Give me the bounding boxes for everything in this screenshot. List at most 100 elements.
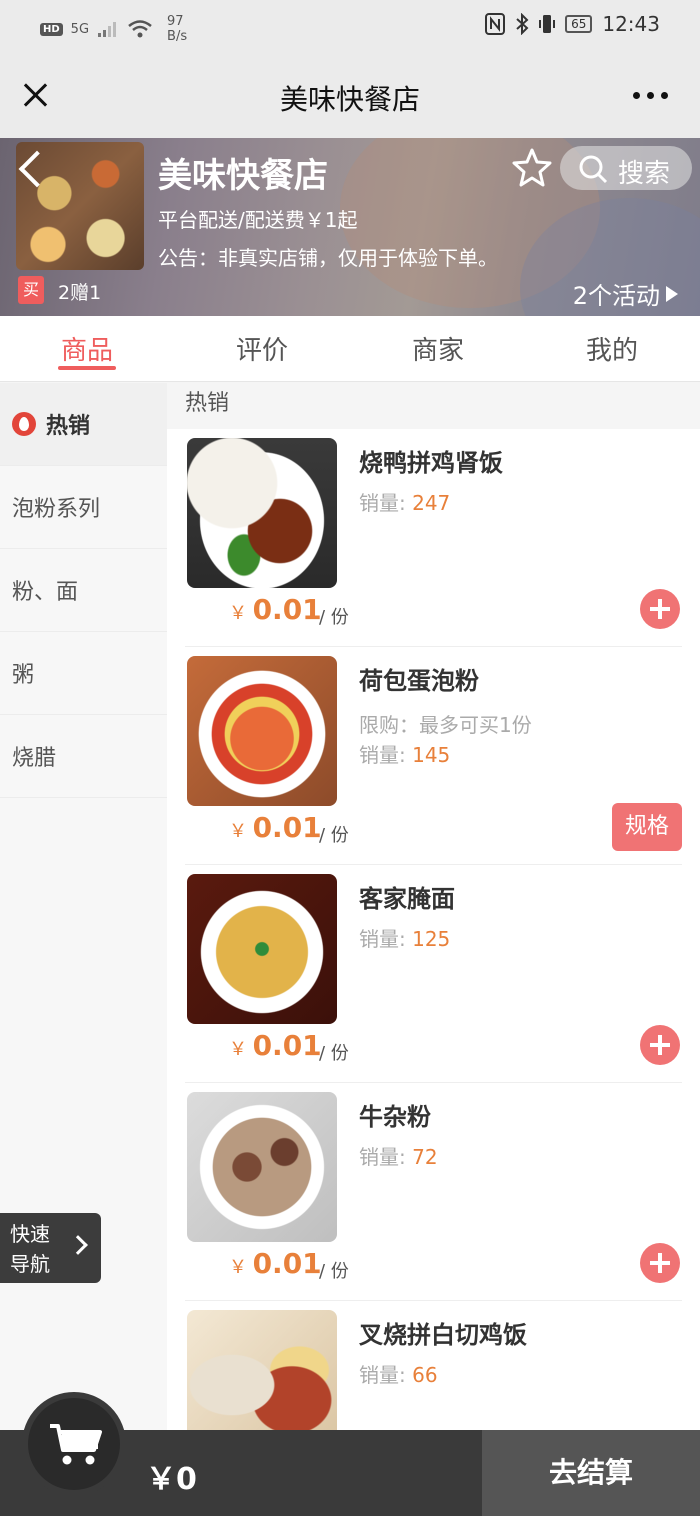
promo-text: 2赠1: [58, 282, 102, 304]
sales-label: 销量:: [359, 927, 413, 951]
add-to-cart-button[interactable]: [640, 1243, 680, 1283]
price-value: 0.01: [252, 811, 322, 844]
triangle-right-icon: [666, 285, 678, 302]
shop-notice: 公告：非真实店铺，仅用于体验下单。: [158, 246, 498, 270]
product-sales: 销量: 66: [359, 1359, 438, 1388]
shop-header: 美味快餐店 平台配送/配送费￥1起 公告：非真实店铺，仅用于体验下单。 搜索 买…: [0, 138, 700, 316]
product-item[interactable]: 客家腌面 销量: 125 ￥ 0.01 / 份: [185, 865, 682, 1083]
clock: 12:43: [602, 12, 660, 36]
product-image: [187, 874, 337, 1024]
battery-icon: 65: [565, 15, 593, 33]
product-price: ￥ 0.01: [229, 593, 322, 626]
sales-count: 247: [412, 491, 451, 515]
category-item-hot[interactable]: 热销: [0, 383, 167, 466]
tab-mine[interactable]: 我的: [552, 330, 672, 367]
promo-tag: 买: [18, 276, 44, 304]
price-symbol: ￥: [229, 1039, 247, 1060]
category-item-roast-meat[interactable]: 烧腊: [0, 715, 167, 798]
tab-active-indicator: [58, 366, 116, 370]
product-name: 牛杂粉: [359, 1103, 431, 1131]
activities-label: 2个活动: [572, 282, 660, 310]
category-item-congee[interactable]: 粥: [0, 632, 167, 715]
price-value: 0.01: [252, 593, 322, 626]
add-to-cart-button[interactable]: [640, 589, 680, 629]
speed-unit: B/s: [167, 29, 188, 44]
product-name: 叉烧拼白切鸡饭: [359, 1321, 527, 1349]
status-bar: HD 5G 97 B/s 65 12:43: [0, 0, 700, 52]
tab-merchant[interactable]: 商家: [378, 330, 498, 367]
price-unit: / 份: [319, 1261, 349, 1282]
purchase-limit: 限购：最多可买1份: [359, 713, 532, 737]
sales-count: 72: [412, 1145, 438, 1169]
fire-icon: [12, 412, 36, 436]
sales-count: 66: [412, 1363, 438, 1387]
category-label: 烧腊: [12, 746, 57, 771]
sales-label: 销量:: [359, 1145, 413, 1169]
product-image: [187, 1092, 337, 1242]
category-label: 粉、面: [12, 580, 79, 605]
shopping-cart-icon: [50, 1424, 102, 1465]
page-title: 美味快餐店: [279, 83, 420, 116]
price-symbol: ￥: [229, 603, 247, 624]
speed-value: 97: [167, 14, 184, 29]
cart-total: ￥0: [146, 1462, 197, 1497]
category-label: 粥: [12, 663, 35, 688]
favorite-star-icon[interactable]: [510, 146, 554, 190]
product-name: 客家腌面: [359, 885, 455, 913]
product-item[interactable]: 烧鸭拼鸡肾饭 销量: 247 ￥ 0.01 / 份: [185, 429, 682, 647]
quick-nav-button[interactable]: 快速 导航: [0, 1213, 101, 1283]
product-sales: 销量: 72: [359, 1141, 438, 1170]
checkout-button[interactable]: 去结算: [482, 1430, 700, 1516]
cart-button[interactable]: [22, 1392, 126, 1496]
category-item-noodles[interactable]: 粉、面: [0, 549, 167, 632]
vibrate-icon: [539, 15, 556, 33]
product-sales: 销量: 145: [359, 739, 450, 768]
category-label: 热销: [46, 414, 91, 439]
tab-goods[interactable]: 商品: [27, 330, 147, 367]
signal-icon: [98, 22, 117, 37]
price-unit: / 份: [319, 825, 349, 846]
product-name: 烧鸭拼鸡肾饭: [359, 449, 503, 477]
product-list: 热销 烧鸭拼鸡肾饭 销量: 247 ￥ 0.01 / 份 荷包蛋泡粉 限购：最多…: [167, 383, 700, 1430]
product-price: ￥ 0.01: [229, 1029, 322, 1062]
search-icon: [579, 155, 608, 184]
title-bar: 美味快餐店: [0, 52, 700, 138]
product-image: [187, 656, 337, 806]
price-unit: / 份: [319, 607, 349, 628]
product-sales: 销量: 247: [359, 487, 450, 516]
product-item[interactable]: 牛杂粉 销量: 72 ￥ 0.01 / 份: [185, 1083, 682, 1301]
sales-count: 145: [412, 743, 451, 767]
add-to-cart-button[interactable]: [640, 1025, 680, 1065]
product-item[interactable]: 叉烧拼白切鸡饭 销量: 66: [185, 1301, 682, 1430]
bluetooth-icon: [516, 13, 529, 35]
sales-label: 销量:: [359, 491, 413, 515]
product-item[interactable]: 荷包蛋泡粉 限购：最多可买1份 销量: 145 ￥ 0.01 / 份 规格: [185, 647, 682, 865]
price-symbol: ￥: [229, 1257, 247, 1278]
hd-badge: HD: [40, 22, 63, 36]
price-symbol: ￥: [229, 821, 247, 842]
product-price: ￥ 0.01: [229, 1247, 322, 1280]
price-unit: / 份: [319, 1043, 349, 1064]
product-price: ￥ 0.01: [229, 811, 322, 844]
network-type: 5G: [70, 21, 90, 37]
select-spec-button[interactable]: 规格: [612, 803, 682, 851]
more-options-icon[interactable]: [633, 92, 668, 99]
category-label: 泡粉系列: [12, 497, 101, 522]
tab-reviews[interactable]: 评价: [202, 330, 322, 367]
activities-link[interactable]: 2个活动: [573, 276, 678, 311]
shop-delivery-info: 平台配送/配送费￥1起: [158, 208, 358, 232]
price-value: 0.01: [252, 1247, 322, 1280]
sales-label: 销量:: [359, 743, 413, 767]
category-item-rice-noodle-series[interactable]: 泡粉系列: [0, 466, 167, 549]
sales-label: 销量:: [359, 1363, 413, 1387]
product-sales: 销量: 125: [359, 923, 450, 952]
status-right: 65 12:43: [485, 12, 660, 36]
status-left: HD 5G 97 B/s: [40, 14, 187, 44]
tab-bar: 商品 评价 商家 我的: [0, 316, 700, 382]
shop-name: 美味快餐店: [158, 156, 328, 196]
search-button[interactable]: 搜索: [560, 146, 692, 190]
product-image: [187, 438, 337, 588]
price-value: 0.01: [252, 1029, 322, 1062]
quick-nav-line2: 导航: [10, 1252, 50, 1276]
sales-count: 125: [412, 927, 451, 951]
